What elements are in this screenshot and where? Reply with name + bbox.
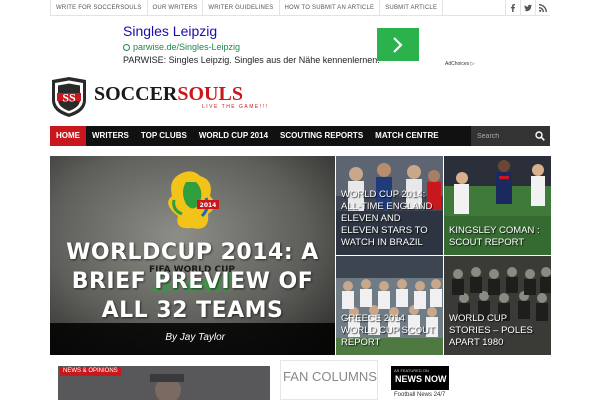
tile-title[interactable]: WORLD CUP STORIES – POLES APART 1980 [449,313,547,349]
ad-choices-label: AdChoices [445,61,470,67]
nav-item-scouting-reports[interactable]: SCOUTING REPORTS [274,126,369,146]
hero-image-year: 2014 [200,202,217,209]
top-links: WRITE FOR SOCCERSOULS OUR WRITERS WRITER… [50,0,444,16]
nav-item-home[interactable]: HOME [50,126,86,146]
logo-name-part1: SOCCER [94,83,178,105]
site-logo[interactable]: SOCCERSOULS [94,83,243,105]
fan-columns-title[interactable]: FAN COLUMNS [281,369,379,384]
newsnow-small: AS FEATURED ON [394,368,429,373]
newsnow-logo: NEWS NOW [395,374,447,384]
page: WRITE FOR SOCCERSOULS OUR WRITERS WRITER… [0,0,600,400]
top-bar: WRITE FOR SOCCERSOULS OUR WRITERS WRITER… [50,0,550,16]
logo-shield-icon[interactable]: SS [50,76,88,118]
fan-columns-box[interactable]: FAN COLUMNS [280,360,378,400]
ad-choices[interactable]: AdChoices ▷ [445,61,474,67]
search-box [471,126,550,146]
tile-england-eleven[interactable]: WORLD CUP 2014: ALL-TIME ENGLAND ELEVEN … [336,156,443,255]
hero-author-bar: By Jay Taylor [50,323,335,355]
newsnow-badge[interactable]: AS FEATURED ON NEWS NOW [391,366,449,390]
hero-article[interactable]: 2014 FIFA WORLD CUP Brasil WORLDCUP 2014… [50,156,335,355]
logo-tagline: LIVE THE GAME!!! [202,104,269,110]
ad-title[interactable]: Singles Leipzig [123,23,217,39]
tile-kingsley-coman[interactable]: KINGSLEY COMAN : SCOUT REPORT [444,156,551,255]
ad-open-button[interactable] [377,28,419,61]
rss-icon[interactable] [535,0,550,16]
tile-title[interactable]: GREECE 2014 WORLD CUP SCOUT REPORT [341,313,439,349]
nav-item-top-clubs[interactable]: TOP CLUBS [135,126,193,146]
news-badge[interactable]: NEWS & OPINIONS [60,367,121,376]
hero-author: By Jay Taylor [165,332,225,343]
tile-greece-report[interactable]: GREECE 2014 WORLD CUP SCOUT REPORT [336,256,443,355]
globe-icon [123,44,130,51]
adchoices-icon: ▷ [470,61,475,67]
search-input[interactable] [477,129,532,143]
top-link-write-for-soccersouls[interactable]: WRITE FOR SOCCERSOULS [50,0,148,16]
nav-item-match-centre[interactable]: MATCH CENTRE [369,126,444,146]
news-card[interactable]: NEWS & OPINIONS [58,366,270,400]
top-link-writer-guidelines[interactable]: WRITER GUIDELINES [203,0,280,16]
newsnow-subtitle: Football News 24/7 [394,392,446,398]
main-nav: HOME WRITERS TOP CLUBS WORLD CUP 2014 SC… [50,126,550,146]
facebook-icon[interactable] [505,0,520,16]
twitter-icon[interactable] [520,0,535,16]
nav-item-writers[interactable]: WRITERS [86,126,135,146]
ad-description: PARWISE: Singles Leipzig. Singles aus de… [123,55,380,65]
chevron-right-icon [393,36,403,53]
nav-item-world-cup-2014[interactable]: WORLD CUP 2014 [193,126,274,146]
top-link-submit-article[interactable]: SUBMIT ARTICLE [380,0,444,16]
hero-title[interactable]: WORLDCUP 2014: A BRIEF PREVIEW OF ALL 32… [50,238,335,325]
ad-url[interactable]: parwise.de/Singles-Leipzig [133,42,240,52]
search-icon[interactable] [535,131,545,141]
tile-title[interactable]: KINGSLEY COMAN : SCOUT REPORT [449,225,547,249]
logo-initials: SS [62,91,76,105]
logo-name-part2: SOULS [177,83,243,105]
tile-title[interactable]: WORLD CUP 2014: ALL-TIME ENGLAND ELEVEN … [341,189,439,249]
top-link-our-writers[interactable]: OUR WRITERS [148,0,204,16]
top-link-how-to-submit[interactable]: HOW TO SUBMIT AN ARTICLE [280,0,381,16]
social-links [505,0,550,16]
tile-poles-apart[interactable]: WORLD CUP STORIES – POLES APART 1980 [444,256,551,355]
